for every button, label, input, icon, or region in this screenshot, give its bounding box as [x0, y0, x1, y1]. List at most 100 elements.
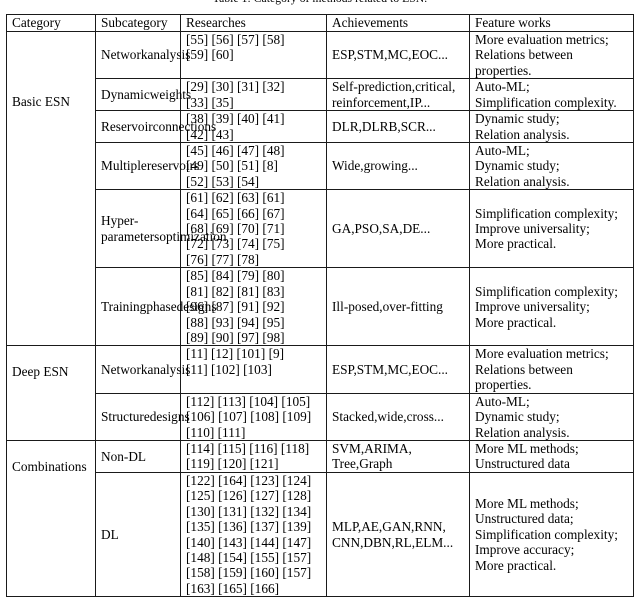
subcategory-cell: Dynamicweights	[95, 78, 191, 112]
researches-cell-line: [135] [136] [137] [139]	[186, 519, 312, 535]
subcategory-cell: Non-DL	[95, 439, 181, 473]
researches-cell-line: [11] [12] [101] [9]	[186, 346, 285, 362]
researches-cell-line: [38] [39] [40] [41]	[186, 111, 285, 127]
researches-cell-line: [112] [113] [104] [105]	[186, 393, 311, 409]
achievements-cell: Stacked,wide,cross...	[326, 392, 470, 441]
subcategory-cell: Hyper-parametersoptimization	[95, 189, 227, 269]
feature-works-cell: Auto-ML; Dynamic study; Relation analysis.	[469, 141, 634, 191]
researches-cell-line: [72] [73] [74] [75]	[186, 236, 285, 252]
researches-cell-line: [55] [56] [57] [58]	[186, 32, 285, 47]
researches-cell-line: [64] [65] [66] [67]	[186, 205, 285, 221]
achievements-cell-line: Ill-posed,over-fitting	[332, 299, 443, 315]
subcategory-cell: Multiplereservoirs	[95, 141, 199, 191]
researches-cell: [29] [30] [31] [32] [33] [35]	[180, 78, 327, 112]
table-row: Reservoirconnections [38] [39] [40] [41][…	[7, 110, 634, 143]
column-header: Subcategory	[95, 14, 181, 32]
achievements-cell-line: ESP,STM,MC,EOC...	[332, 361, 449, 377]
subcategory-cell: DL	[95, 471, 181, 597]
achievements-cell-line: Self-prediction,critical,	[332, 79, 456, 95]
category-label: Deep ESN	[12, 364, 69, 380]
feature-works-cell-line: Auto-ML;	[475, 393, 530, 409]
feature-works-cell-line: More practical.	[475, 314, 557, 330]
achievements-cell: ESP,STM,MC,EOC...	[326, 345, 470, 394]
feature-works-cell: More evaluation metrics; Relations betwee…	[469, 345, 634, 394]
table-row: Deep ESN Networkanalysis [11] [12] [101] […	[6, 345, 634, 441]
researches-cell-line: [49] [50] [51] [8]	[186, 158, 278, 174]
researches-cell-line: [81] [82] [81] [83]	[186, 283, 285, 299]
category-label: Basic ESN	[12, 94, 70, 109]
achievements-cell-line: Tree,Graph	[332, 456, 393, 472]
feature-works-cell-line: Simplification complexity.	[475, 94, 617, 110]
table-row: DL [122] [164] [123] [124] [125] [126] [12…	[7, 471, 634, 597]
feature-works-cell-line: More practical.	[475, 557, 557, 573]
researches-cell-line: [114] [115] [116] [118]	[186, 440, 310, 456]
achievements-cell: Self-prediction,critical, reinforcement,I…	[326, 78, 470, 112]
researches-cell-line: [42] [43]	[186, 126, 234, 142]
feature-works-cell-line: Relation analysis.	[475, 126, 570, 142]
feature-works-cell-line: Relations between properties.	[475, 361, 573, 393]
researches-cell: [112] [113] [104] [105] [106] [107] [108]…	[180, 392, 327, 441]
subcategory-cell-line: parameters	[101, 228, 160, 244]
subcategory-cell-line: analysis	[147, 47, 191, 63]
researches-cell-line: [61] [62] [63] [61]	[186, 190, 285, 206]
researches-cell-line: [106] [107] [108] [109]	[186, 409, 312, 425]
table-header-row: Category Subcategory Researches Achievement…	[6, 14, 634, 32]
researches-cell-line: [11] [102] [103]	[186, 361, 272, 377]
researches-cell: [11] [12] [101] [9] [11] [102] [103]	[180, 345, 327, 394]
subcategory-cell-line: Network	[101, 47, 148, 63]
subcategory-cell-line: analysis	[147, 361, 191, 377]
subcategory-cell: Networkanalysis	[95, 30, 190, 80]
feature-works-cell: Simplification complexity; Improve univer…	[469, 267, 634, 347]
achievements-cell-line: MLP,AE,GAN,RNN,	[332, 519, 446, 535]
achievements-cell: GA,PSO,SA,DE...	[326, 189, 470, 269]
researches-cell: [85] [84] [79] [80] [81] [82] [81] [83] [9…	[180, 267, 327, 347]
achievements-cell: DLR,DLRB,SCR...	[326, 110, 470, 143]
achievements-cell-line: Stacked,wide,cross...	[332, 409, 444, 425]
table-row: Multiplereservoirs [45] [46] [47] [48] [49…	[7, 141, 634, 191]
achievements-cell-line: DLR,DLRB,SCR...	[332, 118, 436, 134]
researches-cell: [45] [46] [47] [48] [49] [50] [51] [8] [52…	[180, 141, 327, 191]
researches-cell-line: [163] [165] [166]	[186, 580, 280, 596]
researches-cell-line: [85] [84] [79] [80]	[186, 268, 285, 284]
researches-cell-line: [59] [60]	[186, 47, 234, 63]
feature-works-cell-line: Dynamic study;	[475, 111, 560, 127]
achievements-cell: SVM,ARIMA, Tree,Graph	[326, 439, 470, 473]
table-caption: Table 1: Category of methods related to …	[0, 0, 640, 5]
researches-cell-line: [52] [53] [54]	[186, 173, 260, 189]
feature-works-cell-line: More ML methods;	[475, 495, 579, 511]
researches-cell: [122] [164] [123] [124] [125] [126] [127]…	[180, 471, 327, 597]
achievements-cell: ESP,STM,MC,EOC...	[326, 30, 470, 80]
feature-works-cell: Dynamic study; Relation analysis.	[469, 110, 634, 143]
researches-cell: [114] [115] [116] [118] [119] [120] [121]	[180, 439, 327, 473]
subcategory-cell-line: Reservoir	[101, 118, 153, 134]
subcategory-cell: Trainingphasedesigns	[95, 267, 217, 347]
researches-cell-line: [148] [154] [155] [157]	[186, 549, 312, 565]
researches-cell-line: [140] [143] [144] [147]	[186, 534, 312, 550]
achievements-cell: Wide,growing...	[326, 141, 470, 191]
table-row: Combinations Non-DL [114] [115] [116] [118…	[6, 439, 634, 597]
table-row: Structuredesigns [112] [113] [104] [105][…	[7, 392, 634, 441]
subcategory-cell-line: phase	[146, 299, 177, 315]
achievements-cell-line: CNN,DBN,RL,ELM...	[332, 534, 454, 550]
subcategory-cell: Structuredesigns	[95, 392, 190, 441]
feature-works-cell-line: More evaluation metrics;	[475, 32, 609, 47]
subcategory-cell-line: Dynamic	[101, 86, 150, 102]
researches-cell-line: [29] [30] [31] [32]	[186, 79, 285, 95]
column-header: Achievements	[326, 14, 470, 32]
feature-works-cell-line: More evaluation metrics;	[475, 346, 609, 362]
feature-works-cell-line: Relation analysis.	[475, 173, 570, 189]
subcategory-cell-line: Hyper-	[101, 213, 139, 229]
category-cell: Deep ESN	[6, 345, 96, 441]
feature-works-cell-line: More practical.	[475, 236, 557, 252]
researches-cell-line: [130] [131] [132] [134]	[186, 503, 312, 519]
feature-works-cell-line: Simplification complexity;	[475, 283, 618, 299]
researches-cell-line: [96] [87] [91] [92]	[186, 299, 285, 315]
feature-works-cell-line: Relations between properties.	[475, 47, 573, 78]
achievements-cell: Ill-posed,over-fitting	[326, 267, 470, 347]
feature-works-cell-line: Simplification complexity;	[475, 526, 618, 542]
researches-cell-line: [125] [126] [127] [128]	[186, 488, 312, 504]
feature-works-cell-line: Auto-ML;	[475, 142, 530, 158]
column-header: Feature works	[469, 14, 634, 32]
researches-cell: [38] [39] [40] [41] [42] [43]	[180, 110, 327, 143]
subcategory-cell-line: Multiple	[101, 158, 147, 174]
